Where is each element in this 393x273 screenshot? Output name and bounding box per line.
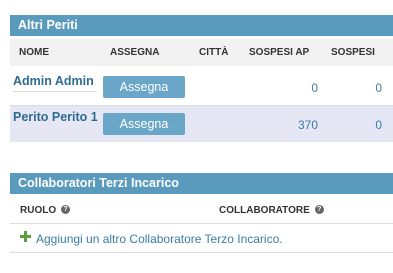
col-collaboratore: COLLABORATORE? — [219, 197, 324, 224]
sospesi-ap-value: 0 — [311, 81, 318, 95]
name-underline — [13, 91, 97, 92]
collaboratori-header: Collaboratori Terzi Incarico — [10, 173, 393, 194]
question-circle-icon[interactable]: ? — [61, 204, 71, 214]
col-collaboratore-label: COLLABORATORE — [219, 205, 310, 216]
assegna-button[interactable]: Assegna — [103, 76, 185, 98]
sospesi-value: 0 — [375, 118, 382, 132]
col-nome: NOME — [19, 47, 49, 58]
perito-name-link[interactable]: Perito Perito 1 — [13, 109, 98, 125]
add-collaboratore-row: Aggiungi un altro Collaboratore Terzo In… — [10, 226, 393, 253]
col-sospesi: SOSPESI — [331, 47, 375, 58]
table-row: Perito Perito 1 Assegna 370 0 — [10, 106, 393, 142]
col-citta: CITTÀ — [199, 47, 229, 58]
plus-icon[interactable] — [20, 231, 31, 242]
perito-name-link[interactable]: Admin Admin — [13, 73, 94, 89]
table-row: Admin Admin Assegna 0 0 — [10, 69, 393, 105]
collaboratori-title: Collaboratori Terzi Incarico — [18, 176, 179, 190]
col-ruolo-label: RUOLO — [20, 205, 57, 216]
assegna-button[interactable]: Assegna — [103, 113, 185, 135]
altri-periti-header: Altri Periti — [10, 15, 393, 36]
col-sospesi-ap: SOSPESI AP — [249, 47, 310, 58]
col-assegna: ASSEGNA — [110, 47, 160, 58]
altri-periti-title: Altri Periti — [18, 18, 78, 32]
question-circle-icon[interactable]: ? — [314, 204, 324, 214]
sospesi-value: 0 — [375, 81, 382, 95]
altri-periti-table-header: NOME ASSEGNA CITTÀ SOSPESI AP SOSPESI — [10, 39, 393, 66]
sospesi-ap-value: 370 — [297, 118, 318, 132]
add-collaboratore-link[interactable]: Aggiungi un altro Collaboratore Terzo In… — [36, 226, 283, 253]
collaboratori-table-header: RUOLO? COLLABORATORE? — [10, 197, 393, 224]
col-ruolo: RUOLO? — [20, 197, 71, 224]
